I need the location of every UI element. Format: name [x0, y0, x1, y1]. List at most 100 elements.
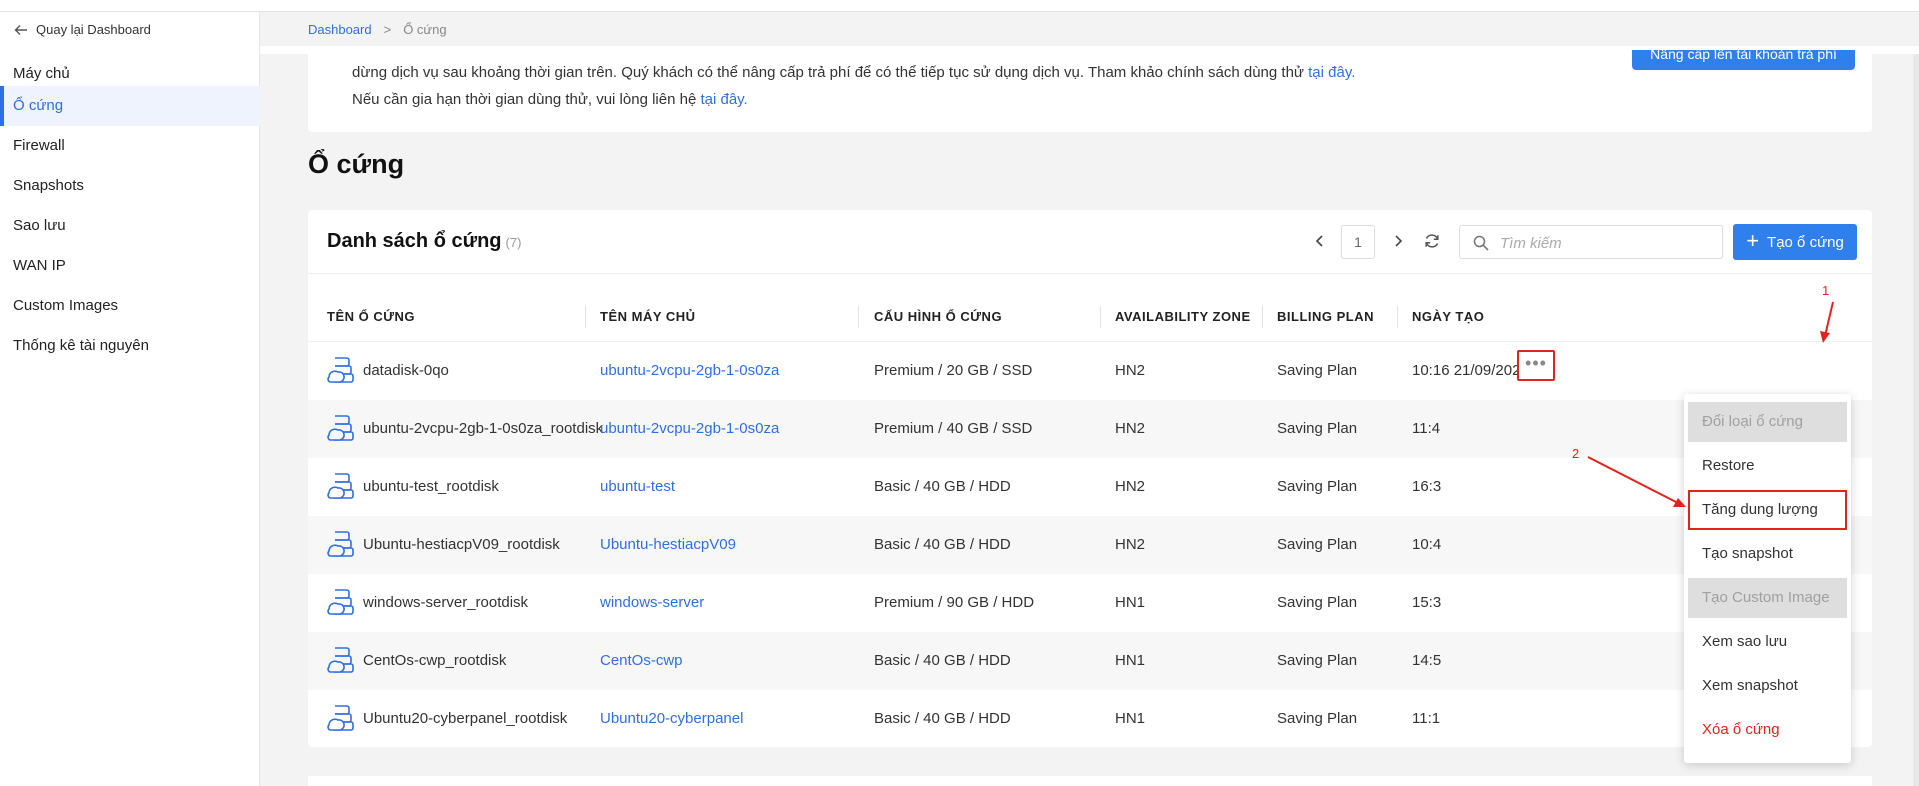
back-link-label: Quay lại Dashboard — [36, 22, 151, 37]
menu-item-restore[interactable]: Restore — [1688, 446, 1847, 486]
disk-name: ubuntu-2vcpu-2gb-1-0s0za_rootdisk — [363, 420, 604, 437]
create-disk-label: Tạo ổ cứng — [1767, 233, 1844, 251]
table-row[interactable]: Ubuntu-hestiacpV09_rootdisk Ubuntu-hesti… — [308, 516, 1872, 574]
created-date: 16:3 — [1412, 478, 1442, 495]
column-divider — [585, 306, 586, 328]
disk-name: ubuntu-test_rootdisk — [363, 478, 499, 495]
server-link[interactable]: windows-server — [600, 574, 704, 632]
refresh-icon[interactable] — [1423, 232, 1441, 250]
card-title-text: Danh sách ổ cứng — [327, 230, 502, 252]
chevron-right-icon[interactable] — [1389, 232, 1407, 250]
sidebar-item-custom-images[interactable]: Custom Images — [0, 286, 260, 326]
availability-zone: HN2 — [1115, 420, 1146, 437]
policy-link[interactable]: tại đây. — [1308, 64, 1355, 81]
contact-link[interactable]: tại đây. — [700, 91, 747, 108]
column-created-date[interactable]: NGÀY TẠO — [1412, 292, 1484, 342]
sidebar-item-backups[interactable]: Sao lưu — [0, 206, 260, 246]
table-row[interactable]: ubuntu-test_rootdisk ubuntu-test Basic /… — [308, 458, 1872, 516]
created-date: 10:4 — [1412, 536, 1442, 553]
disk-icon — [327, 357, 354, 383]
page-number[interactable]: 1 — [1341, 225, 1375, 259]
disk-config: Premium / 20 GB / SSD — [874, 362, 1033, 379]
billing-plan: Saving Plan — [1277, 478, 1358, 495]
disk-icon — [327, 705, 354, 731]
sidebar-item-firewall[interactable]: Firewall — [0, 126, 260, 166]
create-disk-button[interactable]: + Tạo ổ cứng — [1733, 224, 1857, 260]
sidebar-item-snapshots[interactable]: Snapshots — [0, 166, 260, 206]
server-link[interactable]: Ubuntu20-cyberpanel — [600, 690, 743, 748]
search-input[interactable] — [1500, 232, 1710, 254]
server-link[interactable]: ubuntu-2vcpu-2gb-1-0s0za — [600, 342, 779, 400]
disk-config: Basic / 40 GB / HDD — [874, 536, 1011, 553]
column-disk-config[interactable]: CẤU HÌNH Ổ CỨNG — [874, 292, 1002, 342]
disk-config: Basic / 40 GB / HDD — [874, 710, 1011, 727]
annotation-step-2: 2 — [1572, 446, 1580, 461]
column-disk-name[interactable]: TÊN Ổ CỨNG — [327, 292, 415, 342]
disk-name: datadisk-0qo — [363, 362, 449, 379]
column-divider — [858, 306, 859, 328]
server-link[interactable]: CentOs-cwp — [600, 632, 683, 690]
availability-zone: HN1 — [1115, 710, 1146, 727]
back-to-dashboard-link[interactable]: Quay lại Dashboard — [14, 22, 151, 37]
notice-line-1: dừng dịch vụ sau khoảng thời gian trên. … — [352, 64, 1355, 81]
table-row[interactable]: datadisk-0qo ubuntu-2vcpu-2gb-1-0s0za Pr… — [308, 342, 1872, 400]
availability-zone: HN2 — [1115, 536, 1146, 553]
table-row[interactable]: windows-server_rootdisk windows-server P… — [308, 574, 1872, 632]
disk-icon — [327, 531, 354, 557]
top-bar — [0, 0, 1919, 12]
menu-item-delete-disk[interactable]: Xóa ổ cứng — [1688, 710, 1847, 750]
actions-menu: Đổi loại ổ cứng Restore Tăng dung lượng … — [1684, 394, 1851, 763]
notice-line-1-text: dừng dịch vụ sau khoảng thời gian trên. … — [352, 64, 1304, 81]
menu-item-change-disk-type[interactable]: Đổi loại ổ cứng — [1688, 402, 1847, 442]
breadcrumb-dashboard-link[interactable]: Dashboard — [308, 22, 372, 37]
column-server-name[interactable]: TÊN MÁY CHỦ — [600, 292, 696, 342]
billing-plan: Saving Plan — [1277, 362, 1358, 379]
disk-icon — [327, 589, 354, 615]
disk-name: CentOs-cwp_rootdisk — [363, 652, 507, 669]
menu-item-view-backups[interactable]: Xem sao lưu — [1688, 622, 1847, 662]
table-header: TÊN Ổ CỨNG TÊN MÁY CHỦ CẤU HÌNH Ổ CỨNG A… — [308, 292, 1872, 342]
server-link[interactable]: Ubuntu-hestiacpV09 — [600, 516, 736, 574]
disk-config: Premium / 40 GB / SSD — [874, 420, 1033, 437]
arrow-left-icon — [14, 24, 27, 35]
billing-plan: Saving Plan — [1277, 652, 1358, 669]
upgrade-account-button[interactable]: Nâng cấp lên tài khoản trả phí — [1632, 50, 1855, 70]
breadcrumb-current: Ổ cứng — [403, 22, 447, 37]
breadcrumb-separator: > — [383, 22, 392, 37]
page-scrollbar[interactable] — [1913, 54, 1919, 786]
disk-name: Ubuntu-hestiacpV09_rootdisk — [363, 536, 560, 553]
table-row[interactable]: CentOs-cwp_rootdisk CentOs-cwp Basic / 4… — [308, 632, 1872, 690]
page-title: Ổ cứng — [308, 149, 405, 179]
plus-icon: + — [1746, 228, 1760, 253]
disk-list-card: Danh sách ổ cứng(7) 1 + Tạo ổ cứng TÊN Ổ … — [308, 210, 1872, 747]
notice-line-2-text: Nếu cần gia hạn thời gian dùng thử, vui … — [352, 91, 697, 108]
disk-name: windows-server_rootdisk — [363, 594, 529, 611]
server-link[interactable]: ubuntu-2vcpu-2gb-1-0s0za — [600, 400, 779, 458]
availability-zone: HN1 — [1115, 652, 1146, 669]
column-availability-zone[interactable]: AVAILABILITY ZONE — [1115, 292, 1251, 342]
more-actions-button[interactable]: ••• — [1517, 350, 1555, 381]
menu-item-create-custom-image[interactable]: Tạo Custom Image — [1688, 578, 1847, 618]
chevron-left-icon[interactable] — [1311, 232, 1329, 250]
availability-zone: HN1 — [1115, 594, 1146, 611]
column-billing-plan[interactable]: BILLING PLAN — [1277, 292, 1374, 342]
trial-notice: Nâng cấp lên tài khoản trả phí dừng dịch… — [308, 50, 1872, 132]
menu-item-create-snapshot[interactable]: Tạo snapshot — [1688, 534, 1847, 574]
search-icon — [1473, 235, 1489, 251]
menu-item-increase-capacity[interactable]: Tăng dung lượng — [1688, 490, 1847, 530]
created-date: 15:3 — [1412, 594, 1442, 611]
sidebar-item-disks[interactable]: Ổ cứng — [0, 86, 260, 126]
sidebar-item-wan-ip[interactable]: WAN IP — [0, 246, 260, 286]
disk-config: Premium / 90 GB / HDD — [874, 594, 1035, 611]
created-date: 14:5 — [1412, 652, 1442, 669]
sidebar-item-resource-stats[interactable]: Thống kê tài nguyên — [0, 326, 260, 366]
disk-name: Ubuntu20-cyberpanel_rootdisk — [363, 710, 568, 727]
menu-item-view-snapshots[interactable]: Xem snapshot — [1688, 666, 1847, 706]
availability-zone: HN2 — [1115, 362, 1146, 379]
table-row[interactable]: ubuntu-2vcpu-2gb-1-0s0za_rootdisk ubuntu… — [308, 400, 1872, 458]
disk-icon — [327, 473, 354, 499]
created-date: 10:16 21/09/2022 — [1412, 362, 1529, 379]
table-row[interactable]: Ubuntu20-cyberpanel_rootdisk Ubuntu20-cy… — [308, 690, 1872, 748]
server-link[interactable]: ubuntu-test — [600, 458, 675, 516]
card-header: Danh sách ổ cứng(7) 1 + Tạo ổ cứng — [308, 210, 1872, 274]
